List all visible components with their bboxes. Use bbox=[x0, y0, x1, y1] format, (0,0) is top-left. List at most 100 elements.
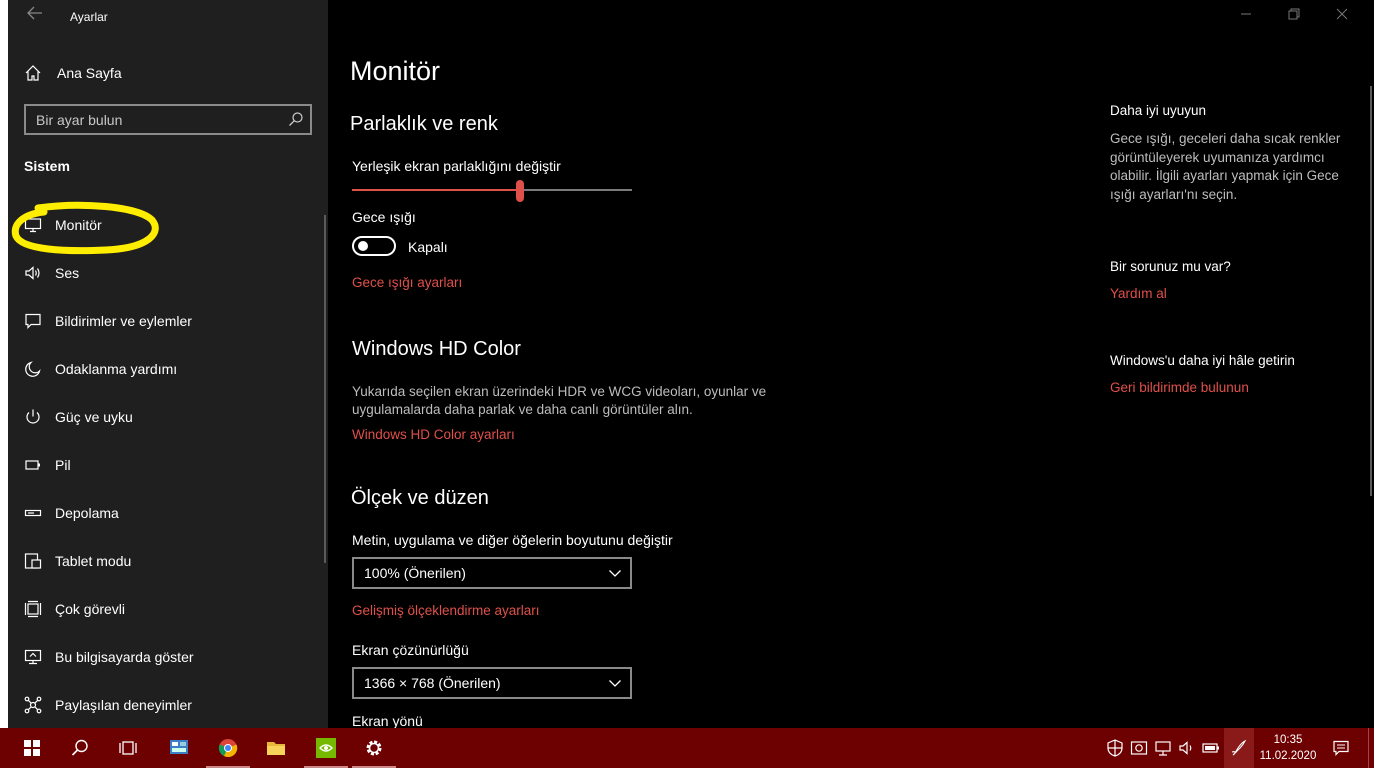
sidebar-item-label: Depolama bbox=[55, 505, 119, 521]
brightness-slider[interactable] bbox=[352, 180, 632, 202]
feedback-link[interactable]: Geri bildirimde bulunun bbox=[1110, 380, 1249, 395]
hd-color-description-line1: Yukarıda seçilen ekran üzerindeki HDR ve… bbox=[352, 384, 767, 399]
system-clock[interactable]: 10:35 11.02.2020 bbox=[1256, 732, 1320, 764]
main-scrollbar[interactable] bbox=[1370, 86, 1372, 496]
hd-color-description-line2: uygulamalarda daha parlak ve daha canlı … bbox=[352, 402, 693, 417]
sleep-better-heading: Daha iyi uyuyun bbox=[1110, 103, 1207, 118]
moon-icon bbox=[25, 361, 41, 377]
taskbar-search-button[interactable] bbox=[56, 728, 104, 768]
sidebar-scrollbar[interactable] bbox=[324, 215, 326, 563]
taskbar-app-file-explorer[interactable] bbox=[252, 728, 300, 768]
slider-fill bbox=[352, 189, 520, 191]
show-desktop-button[interactable] bbox=[1368, 728, 1374, 768]
control-panel-icon bbox=[170, 740, 188, 754]
title-bar: Ayarlar bbox=[8, 0, 328, 32]
sidebar-item-label: Bildirimler ve eylemler bbox=[55, 313, 192, 329]
notification-icon bbox=[25, 313, 41, 329]
resolution-selected-value: 1366 × 768 (Önerilen) bbox=[364, 675, 501, 691]
sidebar-item-focus-assist[interactable]: Odaklanma yardımı bbox=[8, 349, 322, 389]
search-icon[interactable] bbox=[288, 111, 304, 127]
battery-icon[interactable] bbox=[1202, 739, 1220, 757]
settings-search-input[interactable] bbox=[26, 106, 276, 133]
update-icon[interactable] bbox=[1130, 739, 1148, 757]
sidebar-item-label: Ses bbox=[55, 265, 80, 281]
restore-icon bbox=[1288, 8, 1300, 20]
network-icon[interactable] bbox=[1154, 739, 1172, 757]
clock-date: 11.02.2020 bbox=[1259, 750, 1317, 762]
back-button[interactable] bbox=[24, 6, 46, 26]
get-help-link[interactable]: Yardım al bbox=[1110, 286, 1167, 301]
slider-thumb[interactable] bbox=[516, 180, 524, 202]
sidebar-item-label: Güç ve uyku bbox=[55, 409, 133, 425]
scale-size-label: Metin, uygulama ve diğer öğelerin boyutu… bbox=[352, 532, 673, 548]
night-light-toggle[interactable] bbox=[352, 236, 396, 256]
nvidia-icon bbox=[316, 738, 336, 758]
windows-logo-icon bbox=[24, 740, 40, 756]
chevron-down-icon bbox=[609, 570, 621, 577]
sidebar-item-project-to-pc[interactable]: Bu bilgisayarda göster bbox=[8, 637, 322, 677]
volume-icon[interactable] bbox=[1178, 739, 1196, 757]
storage-icon bbox=[24, 509, 42, 517]
sidebar: Ayarlar Ana Sayfa Sistem Monitör Ses Bil… bbox=[8, 0, 328, 728]
resolution-dropdown[interactable]: 1366 × 768 (Önerilen) bbox=[352, 667, 632, 699]
start-button[interactable] bbox=[8, 728, 56, 768]
sidebar-item-power-sleep[interactable]: Güç ve uyku bbox=[8, 397, 322, 437]
sidebar-item-sound[interactable]: Ses bbox=[8, 253, 322, 293]
question-heading: Bir sorunuz mu var? bbox=[1110, 259, 1231, 274]
action-center-icon[interactable] bbox=[1332, 739, 1350, 757]
taskbar: 10:35 11.02.2020 bbox=[0, 728, 1374, 768]
sidebar-item-label: Pil bbox=[55, 457, 71, 473]
sleep-better-text-line4: ışığı ayarları'nı seçin. bbox=[1110, 187, 1238, 202]
night-light-settings-link[interactable]: Gece ışığı ayarları bbox=[352, 275, 462, 290]
sidebar-item-battery[interactable]: Pil bbox=[8, 445, 322, 485]
multitasking-icon bbox=[24, 600, 42, 618]
sidebar-section-title: Sistem bbox=[24, 158, 70, 174]
sidebar-item-label: Çok görevli bbox=[55, 601, 126, 617]
orientation-label: Ekran yönü bbox=[352, 713, 423, 729]
sleep-better-text-line1: Gece ışığı, geceleri daha sıcak renkler bbox=[1110, 131, 1341, 146]
home-icon bbox=[25, 65, 41, 81]
sidebar-item-tablet-mode[interactable]: Tablet modu bbox=[8, 541, 322, 581]
taskbar-app-settings[interactable] bbox=[350, 728, 398, 768]
restore-button[interactable] bbox=[1286, 8, 1302, 24]
security-shield-icon[interactable] bbox=[1106, 739, 1124, 757]
speaker-icon bbox=[25, 266, 40, 280]
app-title: Ayarlar bbox=[70, 10, 108, 24]
sidebar-item-label: Bu bilgisayarda göster bbox=[55, 649, 194, 665]
close-button[interactable] bbox=[1334, 8, 1350, 24]
scale-heading: Ölçek ve düzen bbox=[351, 487, 489, 509]
sidebar-item-shared-experiences[interactable]: Paylaşılan deneyimler bbox=[8, 685, 322, 725]
desktop-edge bbox=[0, 0, 8, 728]
taskbar-app-chrome[interactable] bbox=[204, 728, 252, 768]
sleep-better-text-line2: görüntüleyerek uyumanıza yardımcı bbox=[1110, 150, 1325, 165]
night-light-state: Kapalı bbox=[408, 239, 448, 255]
taskbar-app-control-panel[interactable] bbox=[155, 728, 203, 768]
brightness-label: Yerleşik ekran parlaklığını değiştir bbox=[352, 158, 561, 174]
minimize-button[interactable] bbox=[1238, 8, 1254, 24]
sidebar-item-label: Paylaşılan deneyimler bbox=[55, 697, 192, 713]
clock-time: 10:35 bbox=[1273, 734, 1303, 746]
close-icon bbox=[1336, 8, 1348, 20]
resolution-label: Ekran çözünürlüğü bbox=[352, 642, 469, 658]
taskbar-app-nvidia[interactable] bbox=[302, 728, 350, 768]
project-icon bbox=[24, 649, 42, 665]
task-view-button[interactable] bbox=[104, 728, 152, 768]
tablet-icon bbox=[24, 553, 42, 569]
scale-dropdown[interactable]: 100% (Önerilen) bbox=[352, 557, 632, 589]
sidebar-item-label: Odaklanma yardımı bbox=[55, 361, 178, 377]
improve-windows-heading: Windows'u daha iyi hâle getirin bbox=[1110, 353, 1295, 368]
sidebar-item-notifications[interactable]: Bildirimler ve eylemler bbox=[8, 301, 322, 341]
hd-color-heading: Windows HD Color bbox=[352, 338, 521, 360]
task-view-icon bbox=[119, 741, 137, 755]
settings-search-box[interactable] bbox=[24, 104, 312, 135]
page-title: Monitör bbox=[350, 56, 441, 86]
sidebar-item-multitasking[interactable]: Çok görevli bbox=[8, 589, 322, 629]
advanced-scaling-link[interactable]: Gelişmiş ölçeklendirme ayarları bbox=[352, 603, 540, 618]
toggle-knob bbox=[358, 241, 368, 251]
pen-workspace-button[interactable] bbox=[1224, 728, 1254, 768]
window-controls bbox=[1234, 0, 1374, 32]
sidebar-item-storage[interactable]: Depolama bbox=[8, 493, 322, 533]
hd-color-settings-link[interactable]: Windows HD Color ayarları bbox=[352, 427, 515, 442]
home-nav-item[interactable]: Ana Sayfa bbox=[8, 58, 328, 88]
main-content: Monitör Parlaklık ve renk Yerleşik ekran… bbox=[328, 0, 1374, 729]
